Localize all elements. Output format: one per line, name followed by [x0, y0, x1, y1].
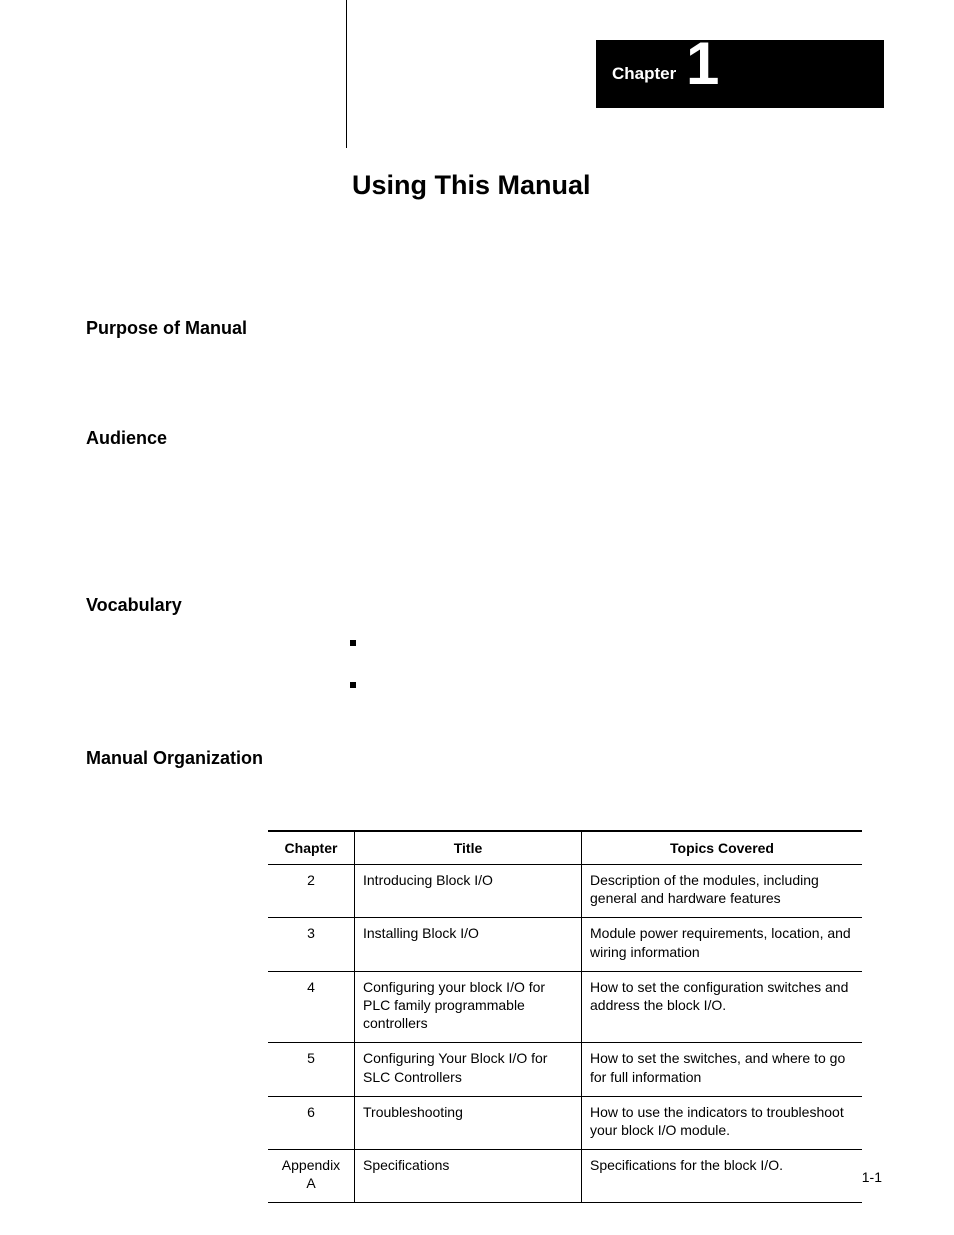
cell-topics: How to set the switches, and where to go… [582, 1043, 863, 1096]
cell-title: Introducing Block I/O [355, 865, 582, 918]
cell-topics: Specifications for the block I/O. [582, 1150, 863, 1203]
chapter-label: Chapter [612, 64, 676, 84]
cell-title: Troubleshooting [355, 1096, 582, 1149]
chapter-title: Using This Manual [352, 170, 591, 201]
section-heading-organization: Manual Organization [86, 748, 263, 769]
cell-title: Configuring Your Block I/O for SLC Contr… [355, 1043, 582, 1096]
organization-table: Chapter Title Topics Covered 2 Introduci… [268, 830, 862, 1203]
cell-topics: How to use the indicators to troubleshoo… [582, 1096, 863, 1149]
chapter-badge: Chapter 1 [596, 40, 884, 108]
page-number: 1-1 [862, 1169, 882, 1185]
section-heading-audience: Audience [86, 428, 167, 449]
table-row: 6 Troubleshooting How to use the indicat… [268, 1096, 862, 1149]
cell-chapter: 6 [268, 1096, 355, 1149]
th-chapter: Chapter [268, 831, 355, 865]
cell-title: Configuring your block I/O for PLC famil… [355, 971, 582, 1043]
cell-topics: How to set the configuration switches an… [582, 971, 863, 1043]
cell-chapter: 4 [268, 971, 355, 1043]
th-topics: Topics Covered [582, 831, 863, 865]
section-heading-purpose: Purpose of Manual [86, 318, 247, 339]
th-title: Title [355, 831, 582, 865]
table-row: 3 Installing Block I/O Module power requ… [268, 918, 862, 971]
cell-title: Specifications [355, 1150, 582, 1203]
cell-title: Installing Block I/O [355, 918, 582, 971]
cell-chapter: Appendix A [268, 1150, 355, 1203]
table-row: Appendix A Specifications Specifications… [268, 1150, 862, 1203]
chapter-number: 1 [686, 34, 719, 94]
vertical-rule [346, 0, 347, 148]
cell-chapter: 5 [268, 1043, 355, 1096]
cell-chapter: 3 [268, 918, 355, 971]
bullet-icon [350, 682, 356, 688]
cell-topics: Module power requirements, location, and… [582, 918, 863, 971]
cell-topics: Description of the modules, including ge… [582, 865, 863, 918]
section-heading-vocabulary: Vocabulary [86, 595, 182, 616]
table-row: 2 Introducing Block I/O Description of t… [268, 865, 862, 918]
bullet-icon [350, 640, 356, 646]
table-header-row: Chapter Title Topics Covered [268, 831, 862, 865]
table-row: 5 Configuring Your Block I/O for SLC Con… [268, 1043, 862, 1096]
table-row: 4 Configuring your block I/O for PLC fam… [268, 971, 862, 1043]
cell-chapter: 2 [268, 865, 355, 918]
